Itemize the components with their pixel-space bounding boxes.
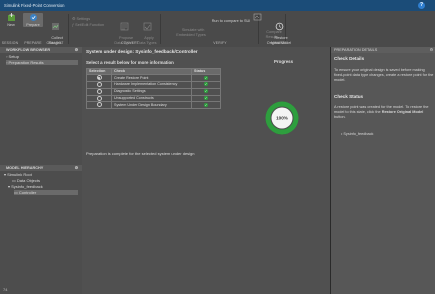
set-edit-function-label: Set/Edit Function: [75, 23, 105, 27]
prepare-button[interactable]: Prepare: [23, 13, 43, 28]
results-subtitle: Select a result below for more informati…: [86, 60, 174, 65]
main-panel: System under design: Sysinfo_feedback/Co…: [82, 47, 330, 294]
gear-icon[interactable]: ⚙: [75, 47, 78, 53]
bullet-label: Sysinfo_feedback: [343, 132, 374, 136]
workflow-browser-header: WORKFLOW BROWSER ⚙: [0, 47, 82, 53]
left-pane: WORKFLOW BROWSER ⚙ ▫ Setup ▫ Preparation…: [0, 47, 83, 294]
group-prepare: PREPARE: [24, 41, 42, 45]
apply-icon: [143, 22, 151, 31]
toolstrip-separator: [160, 14, 161, 44]
restore-original-model-link[interactable]: Restore Original Model: [382, 110, 424, 114]
check-details-text: To ensure your original design is saved …: [334, 68, 434, 82]
check-mark-icon: ✓: [204, 102, 208, 107]
details-header: PREPARATION DETAILS ⚙: [331, 47, 435, 53]
table-row[interactable]: Unsupported Constructs ✓: [86, 94, 221, 103]
table-row[interactable]: Create Restore Point ✓: [86, 74, 221, 83]
radio-button[interactable]: [96, 102, 102, 108]
status-cell: ✓: [191, 81, 221, 89]
status-cell: ✓: [191, 74, 221, 83]
preparation-checks-table: Selection Check Status Create Restore Po…: [86, 67, 221, 110]
radio-button[interactable]: [96, 95, 102, 101]
progress-value: 100%: [276, 116, 288, 121]
check-mark-icon: ✓: [204, 95, 208, 100]
toolstrip: New Prepare Collect Ranges ⚙ Settings ƒ …: [0, 11, 435, 48]
check-mark-icon: ✓: [204, 75, 208, 80]
simulate-embedded-types-button[interactable]: Simulate with Embedded Types: [176, 24, 206, 42]
window-titlebar: Simulink Fixed-Point Conversion ?: [0, 0, 435, 11]
table-row[interactable]: Hardware Implementation Consistency ✓: [86, 81, 221, 89]
workflow-browser-title: WORKFLOW BROWSER: [6, 48, 51, 52]
tree-item-label: Simulink Root: [7, 172, 32, 177]
tree-item-label: Controller: [18, 190, 37, 195]
collect-ranges-icon: [51, 22, 59, 30]
status-cell: ✓: [191, 101, 221, 110]
help-icon[interactable]: ?: [418, 2, 425, 9]
set-edit-function-button[interactable]: ƒ Set/Edit Function: [72, 23, 104, 27]
details-header-title: PREPARATION DETAILS: [334, 48, 378, 52]
radio-button[interactable]: [96, 75, 102, 81]
completion-message: Preparation is complete for the selected…: [86, 151, 195, 156]
selection-cell[interactable]: [86, 94, 112, 103]
workflow-item-setup[interactable]: ▫ Setup: [6, 54, 19, 59]
model-hierarchy-header: MODEL HIERARCHY ⚙: [0, 165, 82, 171]
progress-donut: 100%: [265, 101, 299, 135]
page-title: System under design: Sysinfo_feedback/Co…: [86, 49, 198, 54]
tree-item-controller[interactable]: ▭ Controller: [14, 190, 78, 195]
gear-icon[interactable]: ⚙: [430, 47, 433, 53]
tree-item-simulink-root[interactable]: ▾ Simulink Root: [4, 172, 32, 177]
check-name: System Under Design Boundary: [111, 101, 192, 110]
check-mark-icon: ✓: [204, 89, 208, 94]
check-name: Create Restore Point: [111, 74, 192, 83]
window-title: Simulink Fixed-Point Conversion: [4, 3, 65, 8]
radio-button[interactable]: [96, 88, 102, 94]
workflow-item-preparation-results[interactable]: ▫ Preparation Results: [6, 60, 78, 65]
settings-label: Settings: [76, 17, 91, 21]
progress-label: Progress: [274, 59, 294, 64]
prepare-icon: [29, 14, 37, 21]
model-hierarchy-title: MODEL HIERARCHY: [6, 166, 44, 170]
radio-button[interactable]: [96, 82, 102, 88]
check-mark-icon: ✓: [204, 82, 208, 87]
tree-item-data-objects[interactable]: ▭ Data Objects: [12, 178, 40, 183]
tree-item-label: Data Objects: [16, 178, 41, 183]
table-row[interactable]: Diagnostic Settings ✓: [86, 87, 221, 96]
check-status-text: A restore point was created for the mode…: [334, 105, 434, 120]
group-session: SESSION: [1, 41, 19, 45]
group-verify: VERIFY: [213, 41, 227, 45]
workflow-item-label: Setup: [8, 54, 19, 59]
status-indicator: 74: [3, 287, 8, 292]
new-session-button[interactable]: New: [4, 13, 18, 27]
workflow-item-label: Preparation Results: [8, 60, 44, 65]
preparation-details-pane: PREPARATION DETAILS ⚙ Check Details To e…: [330, 47, 435, 294]
settings-button[interactable]: ⚙ Settings: [72, 16, 90, 21]
toolstrip-separator: [68, 14, 69, 44]
prepare-label: Prepare: [26, 23, 40, 27]
new-label: New: [7, 23, 15, 27]
tree-item-label: Sysinfo_feedback: [11, 184, 43, 189]
check-name: Diagnostic Settings: [111, 87, 192, 96]
group-collect: COLLECT: [46, 41, 64, 45]
tree-item-model[interactable]: ▾ Sysinfo_feedback: [8, 184, 43, 189]
group-convert: CONVERT: [121, 41, 139, 45]
check-status-text-2: button.: [334, 115, 346, 119]
restore-point-list-item: • Sysinfo_feedback: [341, 132, 435, 137]
simulate-label: Simulate with Embedded Types: [176, 28, 206, 37]
restore-icon: [275, 22, 283, 31]
table-row[interactable]: System Under Design Boundary ✓: [86, 101, 221, 110]
check-status-heading: Check Status: [334, 94, 364, 99]
selection-cell[interactable]: [86, 74, 112, 83]
selection-cell[interactable]: [86, 101, 112, 110]
status-cell: ✓: [191, 87, 221, 96]
check-name: Unsupported Constructs: [111, 94, 192, 103]
new-icon: [7, 13, 15, 21]
selection-cell[interactable]: [86, 87, 112, 96]
propose-icon: [120, 22, 128, 31]
compare-icon: [253, 13, 261, 21]
check-name: Hardware Implementation Consistency: [111, 81, 192, 89]
group-manage: MANAGE: [271, 41, 287, 45]
selection-cell[interactable]: [86, 81, 112, 89]
status-cell: ✓: [191, 94, 221, 103]
check-details-heading: Check Details: [334, 56, 365, 61]
gear-icon[interactable]: ⚙: [75, 165, 78, 171]
